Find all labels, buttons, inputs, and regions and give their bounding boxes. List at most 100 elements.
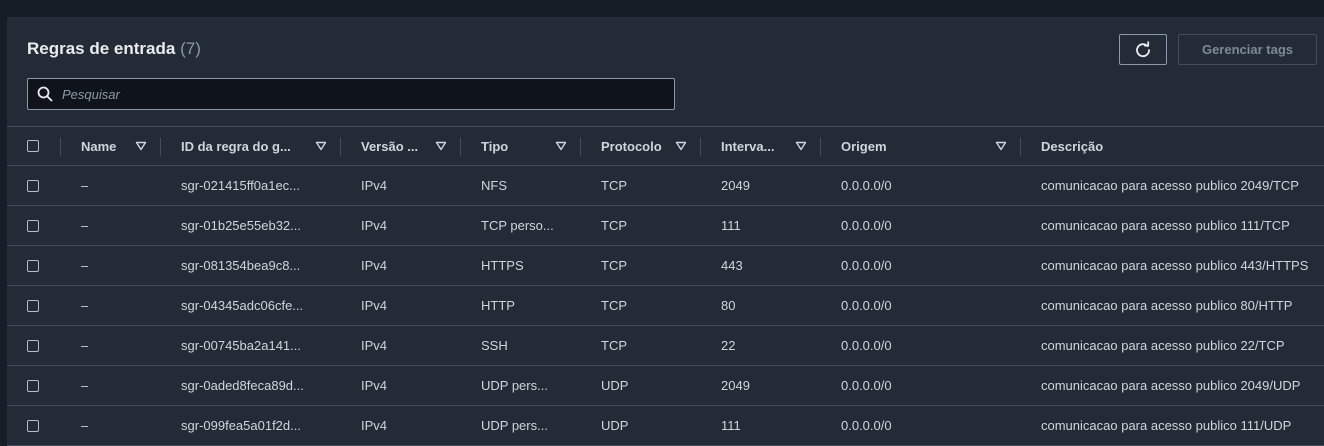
row-select-cell xyxy=(27,206,39,245)
cell-protocol: TCP xyxy=(601,338,627,353)
cell-source: 0.0.0.0/0 xyxy=(841,298,892,313)
column-header-source[interactable]: Origem xyxy=(841,127,887,165)
panel-title: Regras de entrada (7) xyxy=(27,39,201,59)
row-select-cell xyxy=(27,366,39,405)
cell-type: TCP perso... xyxy=(481,218,554,233)
table-header: Name ID da regra do g... Versão ... Tipo… xyxy=(7,126,1324,166)
cell-protocol: TCP xyxy=(601,298,627,313)
cell-ip-version: IPv4 xyxy=(361,378,388,393)
cell-type: SSH xyxy=(481,338,508,353)
cell-rule-id: sgr-0aded8feca89d... xyxy=(181,378,304,393)
cell-name: – xyxy=(81,298,89,313)
table-row: – sgr-01b25e55eb32... IPv4 TCP perso... … xyxy=(7,206,1324,246)
column-header-port-range[interactable]: Interva... xyxy=(721,127,774,165)
row-checkbox[interactable] xyxy=(27,419,39,432)
cell-ip-version: IPv4 xyxy=(361,258,388,273)
sort-caret-down-icon[interactable] xyxy=(795,127,807,165)
row-checkbox[interactable] xyxy=(27,379,39,392)
cell-port-range: 22 xyxy=(721,338,736,353)
column-divider[interactable] xyxy=(160,138,161,156)
cell-description: comunicacao para acesso publico 2049/TCP xyxy=(1041,178,1299,193)
cell-ip-version: IPv4 xyxy=(361,298,388,313)
column-header-rule-id[interactable]: ID da regra do g... xyxy=(181,127,291,165)
cell-source: 0.0.0.0/0 xyxy=(841,218,892,233)
sort-caret-down-icon[interactable] xyxy=(555,127,567,165)
cell-port-range: 111 xyxy=(721,218,741,233)
search-icon xyxy=(37,86,53,102)
cell-rule-id: sgr-00745ba2a141... xyxy=(181,338,301,353)
column-header-ip-version[interactable]: Versão ... xyxy=(361,127,418,165)
sort-caret-down-icon[interactable] xyxy=(995,127,1007,165)
cell-rule-id: sgr-01b25e55eb32... xyxy=(181,218,301,233)
cell-protocol: TCP xyxy=(601,218,627,233)
cell-port-range: 2049 xyxy=(721,378,750,393)
cell-rule-id: sgr-099fea5a01f2d... xyxy=(181,418,301,433)
cell-description: comunicacao para acesso publico 443/HTTP… xyxy=(1041,258,1309,273)
cell-source: 0.0.0.0/0 xyxy=(841,178,892,193)
sort-caret-down-icon[interactable] xyxy=(435,127,447,165)
select-all-checkbox[interactable] xyxy=(27,140,39,152)
sort-caret-down-icon[interactable] xyxy=(675,127,687,165)
cell-rule-id: sgr-021415ff0a1ec... xyxy=(181,178,301,193)
column-header-description[interactable]: Descrição xyxy=(1041,127,1103,165)
row-checkbox[interactable] xyxy=(27,179,39,192)
sort-caret-down-icon[interactable] xyxy=(135,127,147,165)
column-divider[interactable] xyxy=(60,138,61,156)
inbound-rules-panel: Regras de entrada (7) Gerenciar tags Pes… xyxy=(7,17,1324,446)
table-row: – sgr-04345adc06cfe... IPv4 HTTP TCP 80 … xyxy=(7,286,1324,326)
cell-type: NFS xyxy=(481,178,507,193)
row-checkbox[interactable] xyxy=(27,339,39,352)
cell-source: 0.0.0.0/0 xyxy=(841,338,892,353)
table-row: – sgr-081354bea9c8... IPv4 HTTPS TCP 443… xyxy=(7,246,1324,286)
column-divider[interactable] xyxy=(460,138,461,156)
cell-protocol: TCP xyxy=(601,258,627,273)
cell-rule-id: sgr-081354bea9c8... xyxy=(181,258,301,273)
cell-ip-version: IPv4 xyxy=(361,338,388,353)
row-checkbox[interactable] xyxy=(27,259,39,272)
cell-name: – xyxy=(81,418,89,433)
column-divider[interactable] xyxy=(1020,138,1021,156)
cell-protocol: UDP xyxy=(601,418,629,433)
cell-source: 0.0.0.0/0 xyxy=(841,378,892,393)
column-header-protocol[interactable]: Protocolo xyxy=(601,127,662,165)
cell-source: 0.0.0.0/0 xyxy=(841,258,892,273)
row-select-cell xyxy=(27,286,39,325)
cell-source: 0.0.0.0/0 xyxy=(841,418,892,433)
table-body: – sgr-021415ff0a1ec... IPv4 NFS TCP 2049… xyxy=(7,166,1324,446)
cell-protocol: UDP xyxy=(601,378,629,393)
cell-ip-version: IPv4 xyxy=(361,418,388,433)
column-header-type[interactable]: Tipo xyxy=(481,127,508,165)
column-header-name[interactable]: Name xyxy=(81,127,116,165)
refresh-button[interactable] xyxy=(1119,34,1167,65)
column-divider[interactable] xyxy=(700,138,701,156)
cell-type: HTTP xyxy=(481,298,515,313)
cell-description: comunicacao para acesso publico 111/TCP xyxy=(1041,218,1290,233)
rules-count: (7) xyxy=(180,39,201,58)
cell-protocol: TCP xyxy=(601,178,627,193)
rules-table: Name ID da regra do g... Versão ... Tipo… xyxy=(7,126,1324,446)
row-select-cell xyxy=(27,326,39,365)
cell-name: – xyxy=(81,258,89,273)
column-divider[interactable] xyxy=(580,138,581,156)
row-checkbox[interactable] xyxy=(27,219,39,232)
cell-ip-version: IPv4 xyxy=(361,218,388,233)
manage-tags-button[interactable]: Gerenciar tags xyxy=(1178,34,1317,65)
row-checkbox[interactable] xyxy=(27,299,39,312)
top-bar xyxy=(0,0,1324,17)
row-select-cell xyxy=(27,406,39,445)
cell-type: UDP pers... xyxy=(481,378,548,393)
cell-description: comunicacao para acesso publico 111/UDP xyxy=(1041,418,1292,433)
cell-description: comunicacao para acesso publico 80/HTTP xyxy=(1041,298,1293,313)
column-divider[interactable] xyxy=(820,138,821,156)
sort-caret-down-icon[interactable] xyxy=(315,127,327,165)
table-row: – sgr-00745ba2a141... IPv4 SSH TCP 22 0.… xyxy=(7,326,1324,366)
table-row: – sgr-0aded8feca89d... IPv4 UDP pers... … xyxy=(7,366,1324,406)
row-select-cell xyxy=(27,166,39,205)
cell-description: comunicacao para acesso publico 2049/UDP xyxy=(1041,378,1301,393)
column-divider[interactable] xyxy=(340,138,341,156)
table-row: – sgr-021415ff0a1ec... IPv4 NFS TCP 2049… xyxy=(7,166,1324,206)
cell-rule-id: sgr-04345adc06cfe... xyxy=(181,298,304,313)
cell-description: comunicacao para acesso publico 22/TCP xyxy=(1041,338,1285,353)
cell-name: – xyxy=(81,218,89,233)
search-input[interactable]: Pesquisar xyxy=(27,78,675,110)
